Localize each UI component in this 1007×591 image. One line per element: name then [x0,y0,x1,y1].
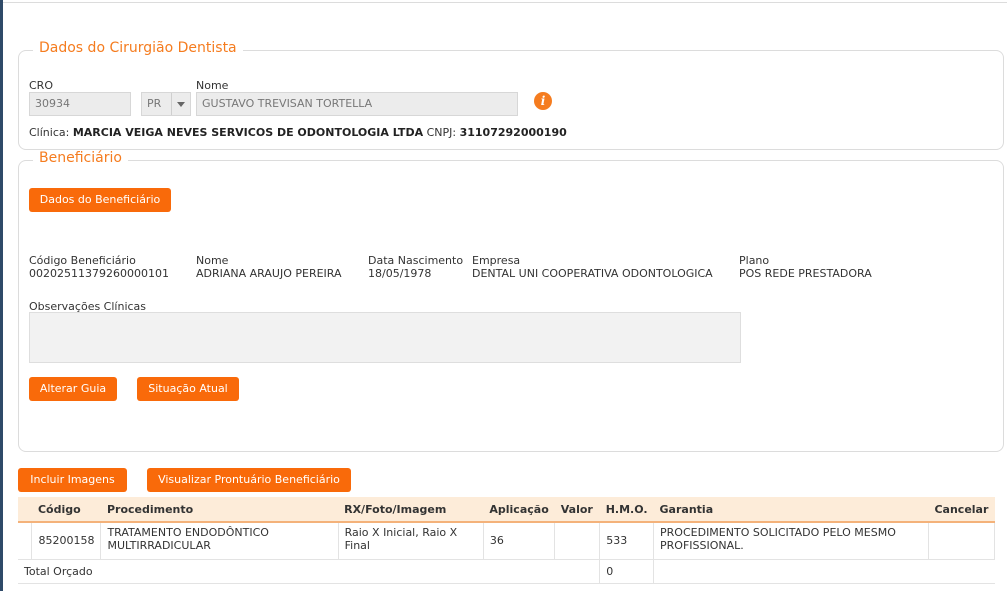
header-procedimento: Procedimento [100,497,339,523]
codigo-beneficiario-value: 00202511379260000101 [29,267,169,280]
beneficiario-nome-value: ADRIANA ARAUJO PEREIRA [196,267,342,280]
cro-field[interactable]: 30934 [29,92,131,116]
header-aplicacao: Aplicação [483,497,555,523]
top-divider [3,0,1007,3]
data-nascimento-value: 18/05/1978 [368,267,432,280]
visualizar-prontuario-button[interactable]: Visualizar Prontuário Beneficiário [147,468,351,492]
info-icon[interactable]: i [534,92,552,110]
empresa-value: DENTAL UNI COOPERATIVA ODONTOLOGICA [472,267,713,280]
header-garantia: Garantia [653,497,929,523]
cell-codigo: 85200158 [31,521,102,560]
cnpj-value: 31107292000190 [459,126,567,139]
header-rx: RX/Foto/Imagem [338,497,484,523]
total-row: Total Orçado 0 [18,558,995,584]
header-valor: Valor [554,497,600,523]
plano-value: POS REDE PRESTADORA [739,267,872,280]
clinica-line: Clínica: MARCIA VEIGA NEVES SERVICOS DE … [29,126,567,139]
beneficiary-legend: Beneficiário [33,150,128,166]
uf-select-value: PR [147,97,162,110]
cro-label: CRO [29,79,53,92]
nome-label: Nome [196,79,229,92]
observacoes-textarea[interactable] [29,312,741,363]
empresa-label: Empresa [472,254,521,267]
header-hmo: H.M.O. [599,497,654,523]
total-label: Total Orçado [18,558,601,584]
cell-rx: Raio X Inicial, Raio X Final [337,521,484,560]
header-cancelar: Cancelar [928,497,995,523]
situacao-atual-button[interactable]: Situação Atual [137,377,239,401]
clinica-name: MARCIA VEIGA NEVES SERVICOS DE ODONTOLOG… [72,126,424,139]
alterar-guia-button[interactable]: Alterar Guia [29,377,117,401]
codigo-beneficiario-label: Código Beneficiário [29,254,136,267]
nome-field[interactable]: GUSTAVO TREVISAN TORTELLA [196,92,518,116]
chevron-down-icon[interactable] [171,93,190,115]
clinica-label: Clínica: [29,126,70,139]
header-spacer [18,497,32,523]
table-header-row: Código Procedimento RX/Foto/Imagem Aplic… [18,497,995,523]
procedures-table: Código Procedimento RX/Foto/Imagem Aplic… [18,497,996,584]
dentist-legend: Dados do Cirurgião Dentista [33,40,243,56]
data-nascimento-label: Data Nascimento [368,254,464,267]
cell-cancelar[interactable] [927,521,996,560]
dados-beneficiario-button[interactable]: Dados do Beneficiário [29,188,171,212]
total-empty [653,558,995,584]
cell-procedimento: TRATAMENTO ENDODÔNTICO MULTIRRADICULAR [100,521,339,560]
cnpj-label: CNPJ: [426,126,457,139]
cell-valor [554,521,601,560]
cell-aplicacao: 36 [482,521,556,560]
total-hmo: 0 [599,558,655,584]
cell-garantia: PROCEDIMENTO SOLICITADO PELO MESMO PROFI… [653,521,929,560]
uf-select[interactable]: PR [141,92,191,116]
cell-hmo: 533 [599,521,655,560]
row-spacer [18,521,33,560]
plano-label: Plano [739,254,770,267]
table-row[interactable]: 85200158 TRATAMENTO ENDODÔNTICO MULTIRRA… [18,521,996,560]
incluir-imagens-button[interactable]: Incluir Imagens [18,468,127,492]
left-rail [0,0,3,591]
beneficiario-nome-label: Nome [196,254,229,267]
header-codigo: Código [31,497,101,523]
